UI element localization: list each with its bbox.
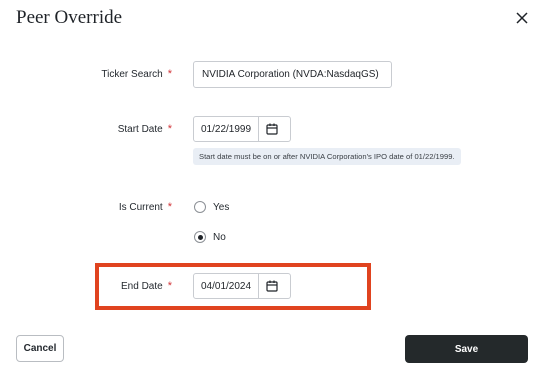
is-current-label-text: Is Current: [118, 202, 163, 213]
required-marker: *: [167, 280, 172, 292]
start-date-input[interactable]: 01/22/1999: [194, 117, 258, 141]
save-button[interactable]: Save: [405, 335, 528, 363]
start-date-field[interactable]: 01/22/1999: [193, 116, 291, 142]
start-date-label: Start Date *: [12, 123, 172, 136]
required-marker: *: [167, 123, 172, 135]
start-date-calendar-button[interactable]: [258, 117, 285, 141]
ticker-search-label: Ticker Search *: [12, 68, 172, 81]
required-marker: *: [167, 68, 172, 80]
end-date-label: End Date *: [12, 280, 172, 293]
required-marker: *: [167, 201, 172, 213]
end-date-input[interactable]: 04/01/2024: [194, 274, 258, 298]
radio-yes-label: Yes: [213, 201, 230, 213]
radio-no-label: No: [213, 231, 226, 243]
end-date-field[interactable]: 04/01/2024: [193, 273, 291, 299]
calendar-icon: [266, 280, 278, 292]
is-current-option-yes[interactable]: Yes: [194, 201, 229, 213]
ticker-search-label-text: Ticker Search: [101, 69, 163, 80]
start-date-hint: Start date must be on or after NVIDIA Co…: [193, 148, 461, 165]
is-current-label: Is Current *: [12, 201, 172, 214]
end-date-calendar-button[interactable]: [258, 274, 285, 298]
radio-yes[interactable]: [194, 201, 206, 213]
radio-no[interactable]: [194, 231, 206, 243]
calendar-icon: [266, 123, 278, 135]
start-date-label-text: Start Date: [117, 124, 163, 135]
close-icon[interactable]: [512, 8, 532, 28]
ticker-search-input[interactable]: NVIDIA Corporation (NVDA:NasdaqGS): [193, 61, 392, 88]
dialog-title: Peer Override: [16, 7, 123, 28]
ticker-search-value: NVIDIA Corporation (NVDA:NasdaqGS): [202, 69, 379, 80]
cancel-button[interactable]: Cancel: [16, 335, 64, 362]
end-date-label-text: End Date: [121, 281, 163, 292]
is-current-option-no[interactable]: No: [194, 231, 226, 243]
